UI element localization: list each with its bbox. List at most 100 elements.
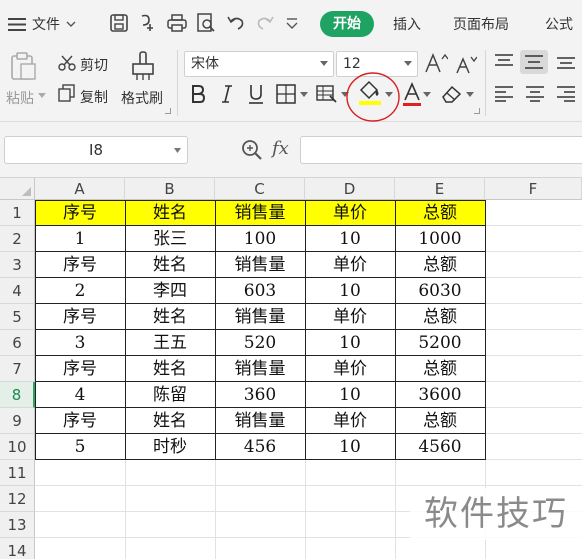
name-box[interactable]: I8: [4, 136, 188, 164]
table-cell[interactable]: 1: [35, 226, 125, 252]
table-cell[interactable]: 456: [215, 434, 305, 460]
cut-button[interactable]: 剪切: [80, 55, 108, 75]
column-header-d[interactable]: D: [305, 178, 395, 200]
format-painter-brush-icon[interactable]: [128, 50, 158, 82]
zoom-search-icon[interactable]: [240, 138, 264, 162]
customize-icon[interactable]: [284, 12, 300, 34]
table-cell[interactable]: 3: [35, 330, 125, 356]
table-cell[interactable]: 总额: [395, 252, 485, 278]
table-cell[interactable]: 5200: [395, 330, 485, 356]
spreadsheet-grid[interactable]: ABCDEF 1 2 3 4 5 6 7 8 9 10 11 12 13 14 序号 姓名 销售量 单价 总额 1 张…: [0, 178, 582, 559]
align-top-icon[interactable]: [494, 54, 514, 70]
row-header-9[interactable]: 9: [0, 408, 35, 434]
file-menu[interactable]: 文件: [8, 12, 76, 36]
font-color-dropdown-icon[interactable]: [423, 92, 431, 98]
table-cell[interactable]: 10: [305, 226, 395, 252]
cell-style-icon[interactable]: [316, 84, 338, 104]
table-cell[interactable]: 总额: [395, 356, 485, 382]
align-bottom-icon[interactable]: [556, 54, 576, 70]
table-cell[interactable]: 5: [35, 434, 125, 460]
tab-insert[interactable]: 插入: [393, 14, 421, 34]
table-cell[interactable]: 姓名: [125, 200, 215, 226]
table-cell[interactable]: 4560: [395, 434, 485, 460]
table-cell[interactable]: 总额: [395, 408, 485, 434]
table-cell[interactable]: 张三: [125, 226, 215, 252]
table-cell[interactable]: 单价: [305, 408, 395, 434]
align-middle-button[interactable]: [520, 50, 548, 74]
row-header-7[interactable]: 7: [0, 356, 35, 382]
row-header-1[interactable]: 1: [0, 200, 35, 226]
column-header-a[interactable]: A: [35, 178, 125, 200]
table-cell[interactable]: 360: [215, 382, 305, 408]
scissors-icon[interactable]: [58, 54, 76, 72]
borders-dropdown-icon[interactable]: [300, 92, 308, 98]
borders-icon[interactable]: [276, 84, 296, 104]
table-cell[interactable]: 10: [305, 330, 395, 356]
table-cell[interactable]: 4: [35, 382, 125, 408]
table-cell[interactable]: 销售量: [215, 200, 305, 226]
table-cell[interactable]: 销售量: [215, 408, 305, 434]
table-cell[interactable]: 10: [305, 434, 395, 460]
table-cell[interactable]: 序号: [35, 304, 125, 330]
paste-dropdown-icon[interactable]: [38, 93, 46, 99]
table-cell[interactable]: 序号: [35, 408, 125, 434]
redo-icon[interactable]: [254, 12, 276, 34]
paste-label[interactable]: 粘贴: [6, 88, 34, 108]
format-painter-icon[interactable]: [137, 12, 159, 34]
table-cell[interactable]: 姓名: [125, 304, 215, 330]
table-cell[interactable]: 603: [215, 278, 305, 304]
row-header-13[interactable]: 13: [0, 512, 35, 538]
column-header-e[interactable]: E: [395, 178, 485, 200]
format-painter-button[interactable]: 格式刷: [121, 88, 163, 108]
increase-font-icon[interactable]: [424, 52, 448, 74]
font-dialog-launcher[interactable]: [474, 108, 480, 114]
row-header-14[interactable]: 14: [0, 538, 35, 559]
print-preview-icon[interactable]: [195, 12, 217, 34]
row-header-4[interactable]: 4: [0, 278, 35, 304]
paste-icon[interactable]: [8, 51, 38, 81]
table-cell[interactable]: 姓名: [125, 356, 215, 382]
undo-icon[interactable]: [225, 12, 247, 34]
table-cell[interactable]: 姓名: [125, 252, 215, 278]
row-header-3[interactable]: 3: [0, 252, 35, 278]
column-header-c[interactable]: C: [215, 178, 305, 200]
column-header-f[interactable]: F: [485, 178, 582, 200]
tab-page-layout[interactable]: 页面布局: [453, 14, 509, 34]
row-header-8[interactable]: 8: [0, 382, 35, 408]
table-cell[interactable]: 单价: [305, 252, 395, 278]
table-cell[interactable]: 时秒: [125, 434, 215, 460]
column-header-b[interactable]: B: [125, 178, 215, 200]
table-cell[interactable]: 销售量: [215, 304, 305, 330]
clear-dropdown-icon[interactable]: [466, 92, 474, 98]
table-cell[interactable]: 销售量: [215, 252, 305, 278]
tab-home[interactable]: 开始: [320, 11, 374, 37]
table-cell[interactable]: 2: [35, 278, 125, 304]
table-cell[interactable]: 3600: [395, 382, 485, 408]
table-cell[interactable]: 单价: [305, 200, 395, 226]
row-header-6[interactable]: 6: [0, 330, 35, 356]
font-color-icon[interactable]: [402, 82, 422, 108]
copy-button[interactable]: 复制: [80, 87, 108, 107]
save-icon[interactable]: [108, 12, 130, 34]
print-icon[interactable]: [166, 12, 188, 34]
table-cell[interactable]: 陈留: [125, 382, 215, 408]
table-cell[interactable]: 1000: [395, 226, 485, 252]
table-cell[interactable]: 王五: [125, 330, 215, 356]
table-cell[interactable]: 10: [305, 278, 395, 304]
row-header-5[interactable]: 5: [0, 304, 35, 330]
copy-icon[interactable]: [58, 84, 76, 102]
underline-icon[interactable]: [247, 83, 265, 105]
table-cell[interactable]: 单价: [305, 304, 395, 330]
table-cell[interactable]: 姓名: [125, 408, 215, 434]
row-header-11[interactable]: 11: [0, 460, 35, 486]
bold-icon[interactable]: [190, 84, 206, 104]
table-cell[interactable]: 单价: [305, 356, 395, 382]
table-cell[interactable]: 序号: [35, 200, 125, 226]
table-cell[interactable]: 10: [305, 382, 395, 408]
formula-input[interactable]: [300, 136, 582, 164]
table-cell[interactable]: 总额: [395, 200, 485, 226]
align-right-icon[interactable]: [556, 86, 576, 102]
align-center-icon[interactable]: [525, 86, 545, 102]
row-header-12[interactable]: 12: [0, 486, 35, 512]
row-header-2[interactable]: 2: [0, 226, 35, 252]
